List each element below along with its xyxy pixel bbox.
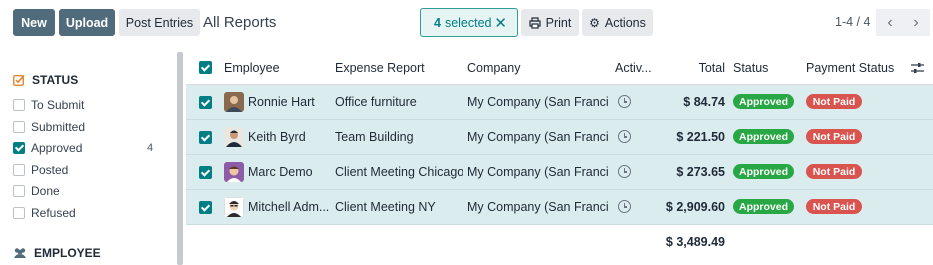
status-section-heading: STATUS [13, 73, 78, 87]
table-row[interactable]: Mitchell Adm... Client Meeting NY My Com… [186, 190, 933, 225]
company-name: My Company (San Franci... [467, 130, 609, 144]
selected-count: 4 [434, 15, 441, 30]
row-checkbox[interactable] [199, 131, 212, 144]
payment-status-badge: Not Paid [806, 199, 862, 214]
expense-reports-list: Employee Expense Report Company Activ...… [186, 50, 933, 265]
row-checkbox[interactable] [199, 166, 212, 179]
pager-previous-button[interactable]: ‹ [876, 9, 904, 36]
avatar [224, 92, 244, 112]
payment-status-badge: Not Paid [806, 129, 862, 144]
payment-status-badge: Not Paid [806, 164, 862, 179]
avatar [224, 127, 244, 147]
print-label: Print [545, 15, 572, 30]
selection-indicator: 4 selected ✕ [420, 8, 518, 37]
chevron-left-icon: ‹ [887, 13, 893, 31]
new-button[interactable]: New [13, 9, 55, 36]
filter-label: Posted [31, 163, 69, 177]
employee-section-heading: EMPLOYEE [13, 246, 101, 260]
company-name: My Company (San Franci... [467, 95, 609, 109]
avatar [224, 162, 244, 182]
total-amount: $ 84.74 [683, 95, 725, 109]
status-filter-done[interactable]: Done [13, 184, 173, 198]
filter-label: Done [31, 184, 60, 198]
status-heading-label: STATUS [32, 73, 79, 87]
filter-checkbox[interactable] [13, 207, 25, 219]
filter-checkbox[interactable] [13, 142, 25, 154]
status-filter-to-submit[interactable]: To Submit [13, 98, 173, 112]
clock-icon[interactable] [618, 95, 631, 108]
table-header: Employee Expense Report Company Activ...… [186, 50, 933, 85]
company-name: My Company (San Franci... [467, 200, 609, 214]
filter-label: To Submit [31, 98, 85, 112]
employee-heading-label: EMPLOYEE [34, 246, 101, 260]
column-company[interactable]: Company [467, 61, 521, 75]
selected-label: selected [444, 15, 492, 30]
filter-label: Refused [31, 206, 76, 220]
clock-icon[interactable] [618, 200, 631, 213]
breadcrumb: All Reports [203, 14, 277, 31]
row-checkbox[interactable] [199, 96, 212, 109]
actions-label: Actions [604, 15, 646, 30]
column-expense-report[interactable]: Expense Report [335, 61, 425, 75]
gear-icon: ⚙ [589, 15, 600, 30]
expense-report-name: Office furniture [335, 95, 417, 109]
filter-label: Submitted [31, 120, 86, 134]
employee-name: Marc Demo [248, 165, 313, 179]
filter-count: 4 [147, 142, 154, 154]
select-all-checkbox[interactable] [199, 61, 212, 74]
expense-report-name: Client Meeting Chicago [335, 165, 463, 179]
filter-checkbox[interactable] [13, 185, 25, 197]
table-footer: $ 3,489.49 [186, 225, 933, 265]
unselect-all-icon[interactable]: ✕ [494, 14, 507, 32]
employee-name: Mitchell Adm... [248, 200, 330, 214]
status-filter-posted[interactable]: Posted [13, 163, 173, 177]
actions-button[interactable]: ⚙ Actions [582, 9, 653, 36]
printer-icon [529, 16, 541, 29]
pager-next-button[interactable]: › [902, 9, 930, 36]
employee-name: Ronnie Hart [248, 95, 315, 109]
print-button[interactable]: Print [521, 9, 579, 36]
status-badge: Approved [733, 94, 794, 109]
chevron-right-icon: › [913, 13, 919, 31]
clock-icon[interactable] [618, 165, 631, 178]
users-icon [14, 248, 26, 258]
post-entries-button[interactable]: Post Entries [119, 9, 200, 36]
column-employee[interactable]: Employee [224, 61, 280, 75]
sidebar-scrollbar[interactable] [177, 52, 183, 265]
payment-status-badge: Not Paid [806, 94, 862, 109]
filter-checkbox[interactable] [13, 121, 25, 133]
table-row[interactable]: Ronnie Hart Office furniture My Company … [186, 85, 933, 120]
control-panel: New Upload Post Entries All Reports 4 se… [0, 0, 933, 50]
status-filter-submitted[interactable]: Submitted [13, 120, 173, 134]
status-filter-refused[interactable]: Refused [13, 206, 173, 220]
column-total[interactable]: Total [699, 61, 725, 75]
table-row[interactable]: Marc Demo Client Meeting Chicago My Comp… [186, 155, 933, 190]
filter-label: Approved [31, 141, 83, 155]
column-activities[interactable]: Activ... [615, 61, 652, 75]
optional-columns-icon[interactable] [911, 62, 924, 74]
pager-value[interactable]: 1-4 / 4 [835, 15, 870, 29]
filter-checkbox[interactable] [13, 99, 25, 111]
filter-checkbox[interactable] [13, 164, 25, 176]
employee-name: Keith Byrd [248, 130, 306, 144]
grand-total: $ 3,489.49 [665, 235, 725, 249]
total-amount: $ 221.50 [676, 130, 725, 144]
avatar [224, 197, 244, 217]
expense-report-name: Team Building [335, 130, 414, 144]
column-payment-status[interactable]: Payment Status [806, 61, 894, 75]
upload-button[interactable]: Upload [59, 9, 115, 36]
total-amount: $ 2,909.60 [665, 200, 725, 214]
status-badge: Approved [733, 199, 794, 214]
row-checkbox[interactable] [199, 201, 212, 214]
column-status[interactable]: Status [733, 61, 768, 75]
company-name: My Company (San Franci... [467, 165, 609, 179]
clock-icon[interactable] [618, 130, 631, 143]
expense-report-name: Client Meeting NY [335, 200, 436, 214]
status-badge: Approved [733, 164, 794, 179]
check-square-icon [13, 74, 25, 86]
total-amount: $ 273.65 [676, 165, 725, 179]
table-row[interactable]: Keith Byrd Team Building My Company (San… [186, 120, 933, 155]
status-badge: Approved [733, 129, 794, 144]
